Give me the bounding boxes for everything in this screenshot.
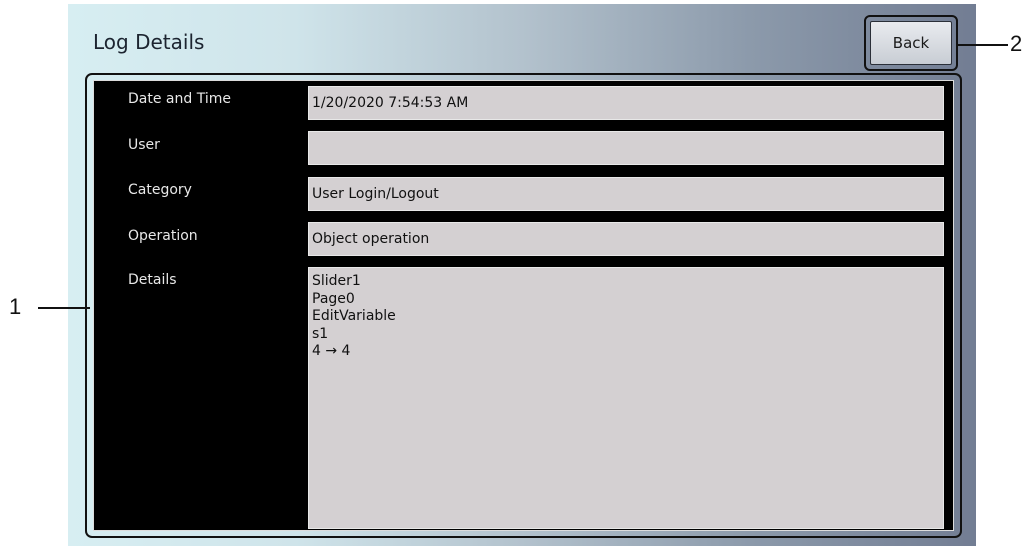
user-label: User xyxy=(128,137,160,153)
figure-canvas: Log Details Back Date and Time 1/20/2020… xyxy=(0,0,1026,547)
callout-line-1 xyxy=(38,307,90,309)
back-button[interactable]: Back xyxy=(870,21,952,65)
category-field: User Login/Logout xyxy=(308,177,944,211)
details-label: Details xyxy=(128,272,177,288)
date-time-field: 1/20/2020 7:54:53 AM xyxy=(308,86,944,120)
user-field xyxy=(308,131,944,165)
details-field: Slider1 Page0 EditVariable s1 4 → 4 xyxy=(308,267,944,529)
date-time-label: Date and Time xyxy=(128,91,231,107)
page-title: Log Details xyxy=(93,30,205,54)
callout-line-2 xyxy=(958,44,1008,46)
category-label: Category xyxy=(128,182,192,198)
operation-field: Object operation xyxy=(308,222,944,256)
operation-label: Operation xyxy=(128,228,198,244)
callout-number-1: 1 xyxy=(9,294,22,319)
callout-number-2: 2 xyxy=(1010,31,1023,56)
